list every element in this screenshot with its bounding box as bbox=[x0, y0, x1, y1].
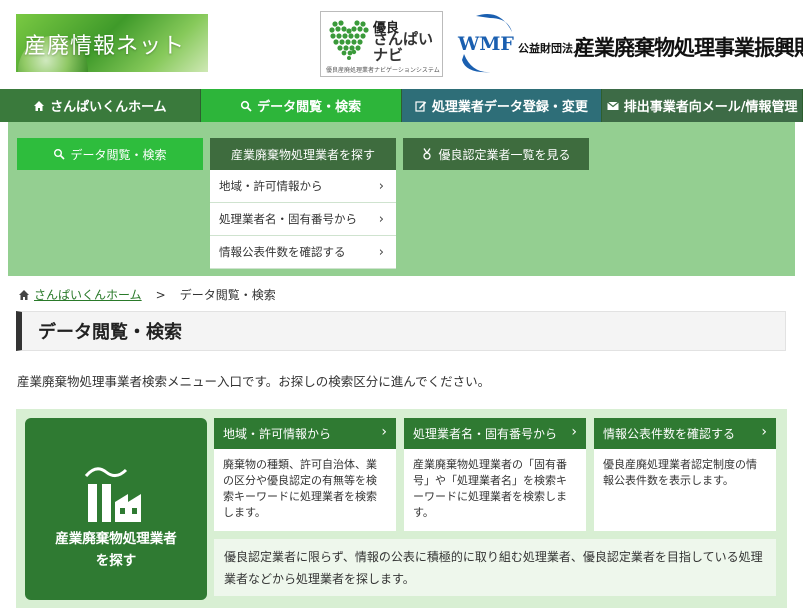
dropdown-item-name[interactable]: 処理業者名・固有番号から › bbox=[210, 203, 396, 236]
navi-logo-line2a: さんぱい bbox=[373, 30, 434, 48]
option-title: 処理業者名・固有番号から bbox=[413, 427, 558, 441]
nav-data-register-label: 処理業者データ登録・変更 bbox=[431, 100, 588, 115]
site-logo-text: 産廃情報ネット bbox=[24, 34, 186, 59]
chevron-right-icon: › bbox=[378, 212, 384, 227]
foundation-name: 産業廃棄物処理事業振興財団 bbox=[574, 36, 803, 60]
mail-icon bbox=[606, 101, 619, 110]
submenu-find-processor-label: 産業廃棄物処理業者を探す bbox=[230, 147, 375, 162]
chevron-right-icon: › bbox=[378, 179, 384, 194]
find-processor-dropdown: 地域・許可情報から › 処理業者名・固有番号から › 情報公表件数を確認する › bbox=[210, 170, 396, 269]
intro-text: 産業廃棄物処理事業者検索メニュー入口です。お探しの検索区分に進んでください。 bbox=[17, 374, 491, 389]
search-icon bbox=[241, 100, 252, 112]
chevron-right-icon: › bbox=[381, 424, 387, 440]
option-header[interactable]: 処理業者名・固有番号から › bbox=[404, 418, 586, 449]
breadcrumb-home-link[interactable]: さんぱいくんホーム bbox=[34, 286, 142, 303]
breadcrumb: さんぱいくんホーム > データ閲覧・検索 bbox=[18, 286, 276, 303]
option-name-card[interactable]: 処理業者名・固有番号から › 産業廃棄物処理業者の「固有番号」や「処理業者名」を… bbox=[404, 418, 586, 531]
nav-data-search[interactable]: データ閲覧・検索 bbox=[200, 89, 402, 122]
chevron-right-icon: › bbox=[571, 424, 577, 440]
navi-logo[interactable]: 優良 さんぱい ナビ 優良産廃処理業者ナビゲーションシステム bbox=[320, 11, 443, 77]
factory-icon bbox=[84, 467, 141, 522]
dropdown-item-region[interactable]: 地域・許可情報から › bbox=[210, 170, 396, 203]
foundation-logo[interactable]: WMF 公益財団法人 産業廃棄物処理事業振興財団 bbox=[456, 10, 803, 78]
dropdown-item-label: 地域・許可情報から bbox=[219, 179, 323, 193]
nav-home[interactable]: さんぱいくんホーム bbox=[0, 89, 201, 122]
option-title: 地域・許可情報から bbox=[223, 427, 332, 441]
medal-icon bbox=[423, 148, 432, 160]
dropdown-item-label: 情報公表件数を確認する bbox=[219, 245, 346, 259]
category-main-label-line1: 産業廃棄物処理業者 bbox=[55, 531, 177, 547]
chevron-right-icon: › bbox=[761, 424, 767, 440]
dropdown-item-count[interactable]: 情報公表件数を確認する › bbox=[210, 236, 396, 269]
option-title: 情報公表件数を確認する bbox=[603, 427, 736, 441]
submenu-panel: データ閲覧・検索 産業廃棄物処理業者を探す 優良認定業者一覧を見る 地域・許可情… bbox=[8, 122, 795, 276]
edit-icon bbox=[415, 100, 427, 112]
submenu-find-processor[interactable]: 産業廃棄物処理業者を探す bbox=[210, 138, 396, 170]
nav-data-search-label: データ閲覧・検索 bbox=[257, 100, 362, 115]
wmf-mark-icon: WMF bbox=[457, 14, 514, 73]
submenu-data-search-label: データ閲覧・検索 bbox=[70, 147, 167, 162]
nav-home-label: さんぱいくんホーム bbox=[50, 100, 167, 115]
option-description: 優良産廃処理業者認定制度の情報公表件数を表示します。 bbox=[603, 458, 757, 487]
navi-logo-subtitle: 優良産廃処理業者ナビゲーションシステム bbox=[326, 67, 440, 74]
site-logo[interactable]: 産廃情報ネット bbox=[16, 14, 208, 72]
page-title: データ閲覧・検索 bbox=[16, 311, 786, 351]
navi-logo-line2: さんぱい ナビ bbox=[373, 31, 433, 63]
wmf-mark-text: WMF bbox=[457, 33, 514, 55]
chevron-right-icon: › bbox=[378, 245, 384, 260]
option-region-card[interactable]: 地域・許可情報から › 廃棄物の種類、許可自治体、業の区分や優良認定の有無等を検… bbox=[214, 418, 396, 531]
submenu-data-search[interactable]: データ閲覧・検索 bbox=[17, 138, 203, 170]
category-main-card[interactable]: 産業廃棄物処理業者 を探す bbox=[25, 418, 207, 600]
dropdown-item-label: 処理業者名・固有番号から bbox=[219, 212, 357, 226]
category-note: 優良認定業者に限らず、情報の公表に積極的に取り組む処理業者、優良認定業者を目指し… bbox=[214, 539, 776, 596]
option-description: 産業廃棄物処理業者の「固有番号」や「処理業者名」を検索キーワードに処理業者を検索… bbox=[413, 458, 567, 519]
nav-mail-management-label: 排出事業者向メール/情報管理 bbox=[623, 100, 798, 115]
option-header[interactable]: 情報公表件数を確認する › bbox=[594, 418, 776, 449]
heart-dots-icon bbox=[329, 20, 369, 60]
category-main-label-line2: を探す bbox=[95, 553, 137, 569]
option-header[interactable]: 地域・許可情報から › bbox=[214, 418, 396, 449]
main-nav: さんぱいくんホーム データ閲覧・検索 処理業者データ登録・変更 排出事業者向メー… bbox=[0, 89, 803, 122]
breadcrumb-current: データ閲覧・検索 bbox=[179, 288, 276, 302]
home-icon bbox=[19, 289, 29, 300]
category-panel: 産業廃棄物処理業者 を探す 地域・許可情報から › 廃棄物の種類、許可自治体、業… bbox=[16, 409, 787, 608]
option-count-card[interactable]: 情報公表件数を確認する › 優良産廃処理業者認定制度の情報公表件数を表示します。 bbox=[594, 418, 776, 531]
breadcrumb-separator: > bbox=[155, 287, 166, 302]
option-description: 廃棄物の種類、許可自治体、業の区分や優良認定の有無等を検索キーワードに処理業者を… bbox=[223, 458, 377, 519]
search-icon bbox=[54, 149, 66, 160]
category-main-label: 産業廃棄物処理業者 を探す bbox=[25, 528, 207, 572]
navi-logo-line3: ナビ bbox=[373, 46, 404, 64]
nav-data-register[interactable]: 処理業者データ登録・変更 bbox=[401, 89, 603, 122]
submenu-certified-list[interactable]: 優良認定業者一覧を見る bbox=[403, 138, 589, 170]
nav-mail-management[interactable]: 排出事業者向メール/情報管理 bbox=[602, 89, 803, 122]
submenu-certified-list-label: 優良認定業者一覧を見る bbox=[438, 147, 571, 162]
home-icon bbox=[34, 100, 45, 111]
